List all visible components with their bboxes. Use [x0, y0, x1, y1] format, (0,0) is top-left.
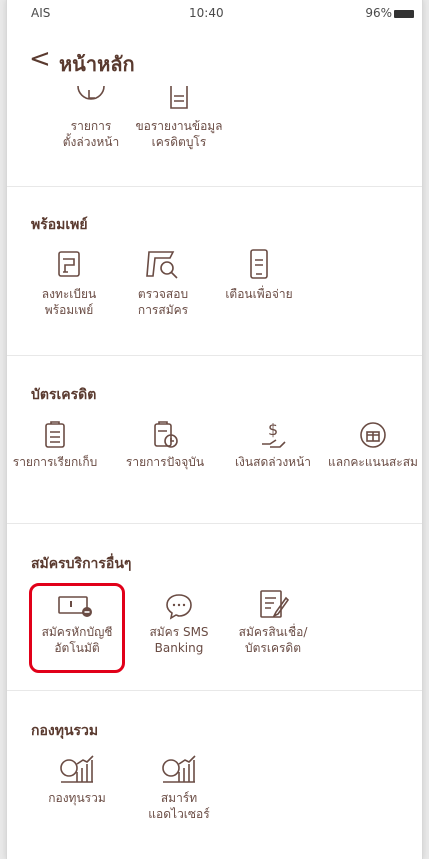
- carrier-label: AIS: [31, 6, 51, 20]
- check-registration-item[interactable]: ตรวจสอบ การสมัคร: [115, 248, 211, 318]
- status-time: 10:40: [189, 6, 224, 20]
- status-bar: AIS 10:40 96%: [7, 0, 422, 30]
- clipboard-icon: [45, 421, 65, 448]
- phone-screen: AIS 10:40 96% < หน้าหลัก รายการ ตั้งล่วง…: [6, 0, 423, 859]
- divider: [7, 355, 422, 356]
- promptpay-register-item[interactable]: ลงทะเบียน พร้อมเพย์: [21, 248, 117, 318]
- item-label: ตรวจสอบ การสมัคร: [137, 287, 189, 317]
- header-bar: < หน้าหลัก: [7, 40, 422, 84]
- battery-percent: 96%: [365, 6, 392, 20]
- item-label: รายการ ตั้งล่วงหน้า: [62, 119, 120, 149]
- fund-chart-icon: [60, 755, 94, 783]
- item-label: ลงทะเบียน พร้อมเพย์: [41, 287, 97, 317]
- mutual-fund-item[interactable]: กองทุนรวม: [29, 754, 125, 806]
- item-label: สมัครสินเชื่อ/ บัตรเครดิต: [238, 625, 308, 655]
- section-title-other-services: สมัครบริการอื่นๆ: [31, 556, 132, 572]
- item-label: สมัครหักบัญชี อัตโนมัติ: [41, 625, 113, 655]
- back-button[interactable]: <: [29, 46, 51, 72]
- clipboard-clock-icon: [154, 421, 178, 448]
- gift-icon: [360, 422, 386, 448]
- divider: [7, 523, 422, 524]
- credit-bureau-report-item[interactable]: ขอรายงานข้อมูล เครดิตบูโร: [131, 86, 227, 150]
- svg-text:$: $: [268, 420, 278, 439]
- divider: [7, 186, 422, 187]
- item-label: สมัคร SMS Banking: [149, 625, 209, 655]
- clock-icon: [77, 86, 105, 100]
- item-label: สมาร์ท แอดไวเซอร์: [148, 791, 210, 821]
- item-label: รายการปัจจุบัน: [125, 455, 205, 469]
- cash-advance-item[interactable]: $ เงินสดล่วงหน้า: [225, 420, 321, 470]
- scheduled-transactions-item[interactable]: รายการ ตั้งล่วงหน้า: [43, 86, 139, 150]
- section-title-credit-card: บัตรเครดิต: [31, 387, 97, 403]
- promptpay-icon: [58, 251, 80, 277]
- item-label: กองทุนรวม: [48, 791, 106, 805]
- battery-icon: [394, 10, 414, 18]
- page-title: หน้าหลัก: [59, 52, 135, 76]
- document-pen-icon: [260, 590, 290, 618]
- mobile-pay-icon: [250, 249, 268, 279]
- payment-reminder-item[interactable]: เตือนเพื่อจ่าย: [211, 248, 307, 302]
- fund-chart-icon: [162, 755, 196, 783]
- card-minus-icon: [58, 596, 92, 617]
- sms-banking-signup-item[interactable]: สมัคร SMS Banking: [131, 592, 227, 656]
- item-label: ขอรายงานข้อมูล เครดิตบูโร: [135, 119, 223, 149]
- auto-debit-signup-item[interactable]: สมัครหักบัญชี อัตโนมัติ: [29, 592, 125, 656]
- section-title-promptpay: พร้อมเพย์: [31, 217, 88, 233]
- billing-statement-item[interactable]: รายการเรียกเก็บ: [7, 420, 103, 470]
- chat-bubble-icon: [166, 594, 192, 620]
- search-promptpay-icon: [146, 251, 178, 279]
- item-label: รายการเรียกเก็บ: [12, 455, 98, 469]
- redeem-points-item[interactable]: แลกคะแนนสะสม: [325, 420, 421, 470]
- cash-hand-icon: $: [262, 420, 286, 448]
- document-icon: [170, 86, 188, 109]
- item-label: เงินสดล่วงหน้า: [234, 455, 312, 469]
- item-label: เตือนเพื่อจ่าย: [225, 287, 293, 301]
- smart-advisor-item[interactable]: สมาร์ท แอดไวเซอร์: [131, 754, 227, 822]
- section-title-mutual-fund: กองทุนรวม: [31, 723, 99, 739]
- divider: [7, 690, 422, 691]
- current-transactions-item[interactable]: รายการปัจจุบัน: [117, 420, 213, 470]
- item-label: แลกคะแนนสะสม: [328, 455, 418, 469]
- loan-card-signup-item[interactable]: สมัครสินเชื่อ/ บัตรเครดิต: [225, 588, 321, 656]
